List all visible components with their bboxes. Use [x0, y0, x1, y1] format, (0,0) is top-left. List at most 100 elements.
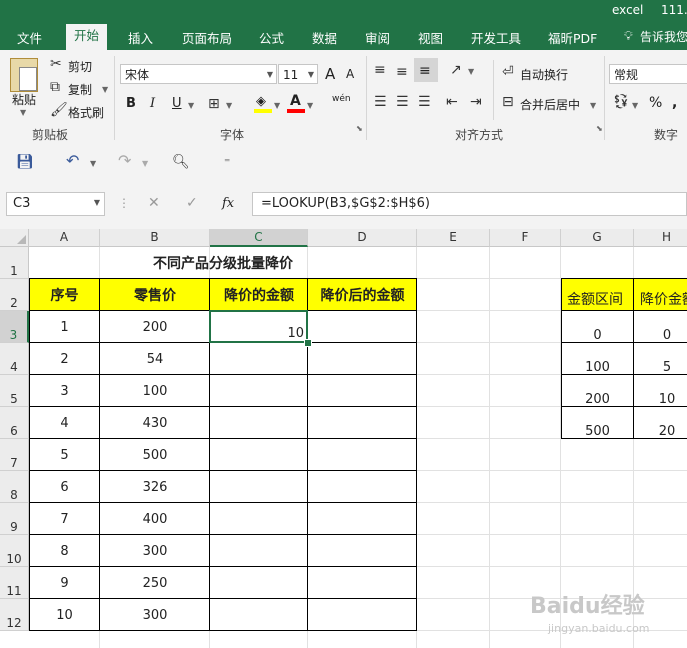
cell-serial[interactable]: 9 — [29, 567, 100, 599]
borders-icon[interactable]: ⊞ — [208, 96, 220, 112]
column-header-g[interactable]: G — [561, 229, 634, 247]
align-left-icon[interactable]: ☰ — [374, 94, 387, 110]
cell-price-after[interactable] — [308, 599, 417, 631]
chevron-down-icon[interactable]: ▼ — [94, 198, 100, 207]
insert-function-button[interactable]: fx — [222, 196, 234, 211]
cell-serial[interactable]: 8 — [29, 535, 100, 567]
name-box[interactable]: C3 ▼ — [6, 192, 105, 216]
select-all-button[interactable] — [0, 229, 29, 247]
row-header-11[interactable]: 11 — [0, 567, 29, 599]
cell-retail-price[interactable]: 300 — [100, 535, 210, 567]
merge-dropdown-icon[interactable]: ▼ — [590, 101, 596, 110]
bold-button[interactable]: B — [126, 96, 136, 111]
tab-review[interactable]: 审阅 — [365, 28, 390, 47]
cell-retail-price[interactable]: 500 — [100, 439, 210, 471]
increase-indent-icon[interactable]: ⇥ — [470, 94, 482, 110]
lookup-header-range[interactable]: 金额区间 — [561, 279, 634, 311]
copy-dropdown-icon[interactable]: ▼ — [102, 85, 108, 94]
header-discount[interactable]: 降价的金额 — [210, 279, 308, 311]
cell-discount[interactable] — [210, 471, 308, 503]
row-header-2[interactable]: 2 — [0, 279, 29, 311]
cell-retail-price[interactable]: 300 — [100, 599, 210, 631]
formula-input[interactable]: =LOOKUP(B3,$G$2:$H$6) — [252, 192, 687, 216]
tab-developer[interactable]: 开发工具 — [471, 28, 521, 47]
cell-price-after[interactable] — [308, 343, 417, 375]
cell-discount[interactable] — [210, 439, 308, 471]
paste-dropdown-icon[interactable]: ▼ — [20, 108, 26, 117]
format-painter-button[interactable]: 格式刷 — [68, 104, 104, 121]
row-header-3[interactable]: 3 — [0, 311, 29, 343]
row-header-12[interactable]: 12 — [0, 599, 29, 631]
header-price-after[interactable]: 降价后的金额 — [308, 279, 417, 311]
font-color-dropdown-icon[interactable]: ▼ — [307, 101, 313, 110]
tab-home[interactable]: 开始 — [66, 24, 108, 50]
phonetic-button[interactable]: wén — [332, 94, 351, 104]
row-header-4[interactable]: 4 — [0, 343, 29, 375]
cell-serial[interactable]: 4 — [29, 407, 100, 439]
fill-handle[interactable] — [304, 339, 312, 347]
underline-dropdown-icon[interactable]: ▼ — [188, 101, 194, 110]
undo-dropdown-icon[interactable]: ▼ — [90, 159, 96, 168]
orientation-icon[interactable]: ↗ — [450, 62, 462, 78]
column-header-b[interactable]: B — [100, 229, 210, 247]
cell-price-after[interactable] — [308, 439, 417, 471]
cell-discount[interactable] — [210, 535, 308, 567]
wrap-text-icon[interactable]: ⏎ — [502, 64, 514, 80]
lookup-amount[interactable]: 20 — [634, 407, 687, 439]
align-center-icon[interactable]: ☰ — [396, 94, 409, 110]
cell-serial[interactable]: 7 — [29, 503, 100, 535]
cell-retail-price[interactable]: 326 — [100, 471, 210, 503]
header-retail-price[interactable]: 零售价 — [100, 279, 210, 311]
tab-view[interactable]: 视图 — [418, 28, 443, 47]
number-format-select[interactable]: 常规 — [609, 64, 687, 84]
header-serial[interactable]: 序号 — [29, 279, 100, 311]
font-color-icon[interactable]: A — [287, 93, 305, 113]
row-header-9[interactable]: 9 — [0, 503, 29, 535]
shrink-font-button[interactable]: A — [346, 67, 354, 81]
tab-formulas[interactable]: 公式 — [259, 28, 284, 47]
italic-button[interactable]: I — [150, 96, 155, 111]
cell-serial[interactable]: 10 — [29, 599, 100, 631]
cell-discount[interactable] — [210, 343, 308, 375]
lookup-amount[interactable]: 5 — [634, 343, 687, 375]
orientation-dropdown-icon[interactable]: ▼ — [468, 67, 474, 76]
column-header-f[interactable]: F — [490, 229, 561, 247]
column-header-c[interactable]: C — [210, 229, 308, 247]
paste-button[interactable]: 粘贴 — [12, 91, 36, 108]
tab-insert[interactable]: 插入 — [128, 28, 153, 47]
cell-retail-price[interactable]: 200 — [100, 311, 210, 343]
font-dialog-launcher-icon[interactable]: ⬊ — [356, 124, 363, 133]
tab-foxit-pdf[interactable]: 福昕PDF — [548, 28, 597, 47]
format-painter-icon[interactable]: 🖌︎ — [50, 102, 68, 118]
alignment-dialog-launcher-icon[interactable]: ⬊ — [596, 124, 603, 133]
align-middle-icon[interactable]: ≡ — [396, 64, 408, 80]
cut-button[interactable]: 剪切 — [68, 58, 92, 75]
lookup-range[interactable]: 0 — [561, 311, 634, 343]
cell-discount[interactable] — [210, 375, 308, 407]
print-preview-icon[interactable]: 🔍︎ — [172, 154, 190, 170]
scissors-icon[interactable]: ✂ — [50, 56, 62, 72]
cell-discount[interactable] — [210, 407, 308, 439]
tab-file[interactable]: 文件 — [17, 28, 42, 47]
fill-dropdown-icon[interactable]: ▼ — [274, 101, 280, 110]
font-name-select[interactable]: 宋体 ▼ — [120, 64, 277, 84]
row-header-10[interactable]: 10 — [0, 535, 29, 567]
cell-retail-price[interactable]: 250 — [100, 567, 210, 599]
cell-retail-price[interactable]: 430 — [100, 407, 210, 439]
cell-serial[interactable]: 3 — [29, 375, 100, 407]
borders-dropdown-icon[interactable]: ▼ — [226, 101, 232, 110]
cell-retail-price[interactable]: 100 — [100, 375, 210, 407]
cell-price-after[interactable] — [308, 311, 417, 343]
cell-serial[interactable]: 1 — [29, 311, 100, 343]
row-header-7[interactable]: 7 — [0, 439, 29, 471]
row-header-5[interactable]: 5 — [0, 375, 29, 407]
accounting-dropdown-icon[interactable]: ▼ — [632, 101, 638, 110]
redo-icon[interactable]: ↷ — [118, 153, 131, 169]
cell-retail-price[interactable]: 400 — [100, 503, 210, 535]
cell-serial[interactable]: 6 — [29, 471, 100, 503]
tab-page-layout[interactable]: 页面布局 — [182, 28, 232, 47]
cell-price-after[interactable] — [308, 407, 417, 439]
undo-icon[interactable]: ↶ — [66, 153, 79, 169]
row-header-6[interactable]: 6 — [0, 407, 29, 439]
align-right-icon[interactable]: ☰ — [418, 94, 431, 110]
